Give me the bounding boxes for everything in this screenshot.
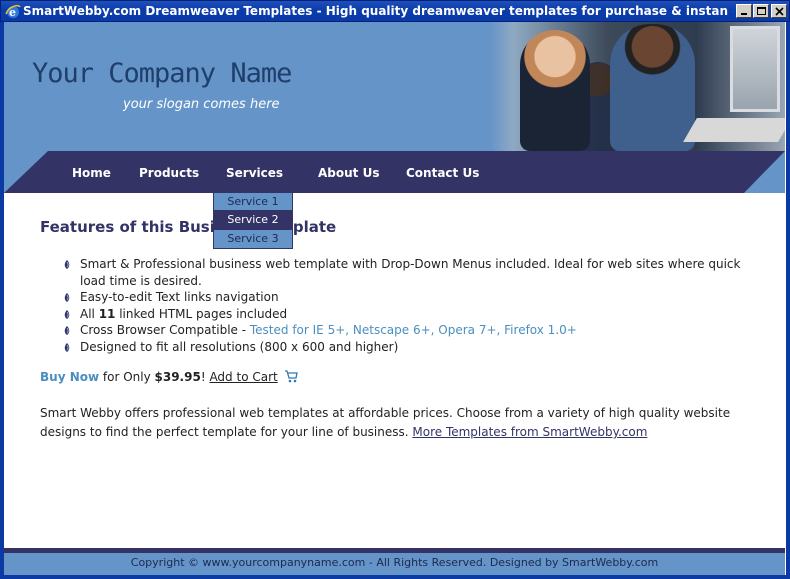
dropdown-item-service-2[interactable]: Service 2 bbox=[213, 211, 293, 230]
list-item: All 11 linked HTML pages included bbox=[64, 306, 764, 323]
window-title: SmartWebby.com Dreamweaver Templates - H… bbox=[23, 4, 733, 18]
list-item: Easy-to-edit Text links navigation bbox=[64, 289, 764, 306]
minimize-icon bbox=[741, 13, 747, 15]
header-photo bbox=[490, 22, 785, 151]
bullet-icon bbox=[64, 293, 70, 302]
close-icon bbox=[775, 7, 784, 16]
list-item: Smart & Professional business web templa… bbox=[64, 256, 764, 289]
cart-icon[interactable] bbox=[284, 370, 298, 383]
nav-services[interactable]: Services bbox=[226, 166, 283, 180]
main-content: Features of this Business Template Smart… bbox=[4, 193, 785, 548]
services-dropdown: Service 1 Service 2 Service 3 bbox=[213, 192, 293, 249]
nav-contact-us[interactable]: Contact Us bbox=[406, 166, 479, 180]
more-templates-link[interactable]: More Templates from SmartWebby.com bbox=[412, 425, 647, 439]
dropdown-item-service-1[interactable]: Service 1 bbox=[213, 192, 293, 211]
list-item: Designed to fit all resolutions (800 x 6… bbox=[64, 339, 764, 356]
copyright-text: Copyright © www.yourcompanyname.com - Al… bbox=[130, 556, 659, 569]
about-paragraph: Smart Webby offers professional web temp… bbox=[40, 406, 731, 439]
features-list: Smart & Professional business web templa… bbox=[64, 256, 764, 355]
ie-icon: e bbox=[5, 4, 21, 19]
price: $39.95 bbox=[154, 370, 201, 384]
window-title-bar[interactable]: e SmartWebby.com Dreamweaver Templates -… bbox=[0, 0, 790, 22]
site-header: Your Company Name your slogan comes here bbox=[4, 22, 785, 151]
slogan: your slogan comes here bbox=[123, 97, 280, 112]
list-item: Cross Browser Compatible - Tested for IE… bbox=[64, 322, 764, 339]
nav-products[interactable]: Products bbox=[139, 166, 199, 180]
maximize-icon bbox=[757, 7, 766, 15]
nav-about-us[interactable]: About Us bbox=[318, 166, 379, 180]
buy-line: Buy Now for Only $39.95! Add to Cart bbox=[40, 370, 298, 384]
company-name: Your Company Name bbox=[32, 58, 292, 89]
close-button[interactable] bbox=[771, 4, 787, 18]
maximize-button[interactable] bbox=[753, 4, 769, 18]
nav-home[interactable]: Home bbox=[72, 166, 111, 180]
browser-compat-text: Tested for IE 5+, Netscape 6+, Opera 7+,… bbox=[249, 323, 577, 337]
bullet-icon bbox=[64, 309, 70, 319]
dropdown-item-service-3[interactable]: Service 3 bbox=[213, 230, 293, 249]
add-to-cart-link[interactable]: Add to Cart bbox=[209, 370, 277, 384]
bullet-icon bbox=[64, 342, 70, 352]
site-footer: Copyright © www.yourcompanyname.com - Al… bbox=[4, 548, 785, 575]
nav-bar: Home Products Services About Us Contact … bbox=[4, 151, 785, 193]
minimize-button[interactable] bbox=[736, 4, 752, 18]
bullet-icon bbox=[64, 260, 70, 269]
buy-now-label: Buy Now bbox=[40, 370, 100, 384]
bullet-icon bbox=[64, 326, 70, 335]
